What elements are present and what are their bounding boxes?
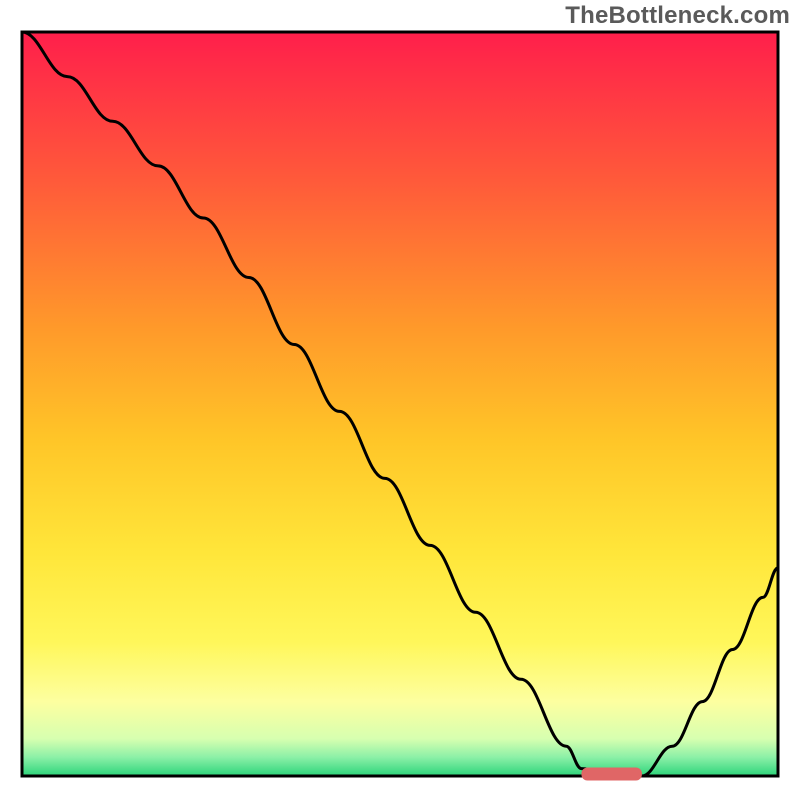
watermark-text: TheBottleneck.com [565, 2, 790, 30]
optimal-marker [581, 768, 641, 781]
chart-container: TheBottleneck.com [0, 0, 800, 800]
chart-svg [0, 0, 800, 800]
